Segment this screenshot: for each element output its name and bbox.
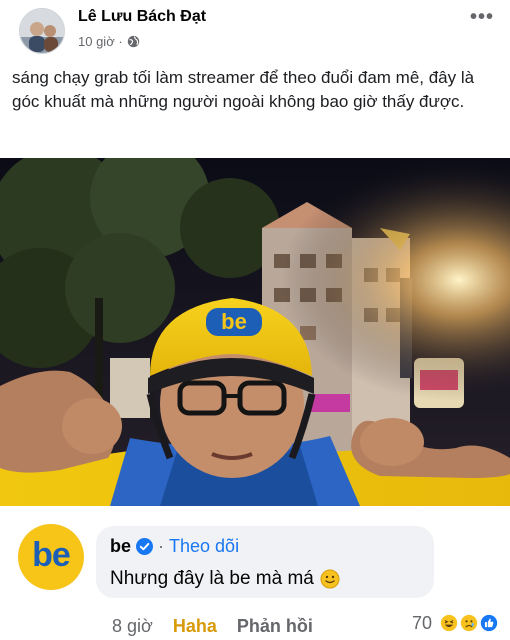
sad-icon bbox=[458, 612, 480, 634]
helmet-logo: be bbox=[221, 309, 247, 334]
haha-reaction-button[interactable]: Haha bbox=[173, 616, 217, 637]
post-caption: sáng chạy grab tối làm streamer để theo … bbox=[12, 68, 475, 111]
comment-bubble: be · Theo dõi Nhưng đây là be mà má bbox=[96, 526, 434, 598]
author-name[interactable]: Lê Lưu Bách Đạt bbox=[78, 8, 206, 26]
comment-text: Nhưng đây là be mà má bbox=[110, 568, 314, 589]
comment: be be · Theo dõi Nhưng đây là be mà má 8… bbox=[0, 506, 510, 640]
be-logo-text: be bbox=[32, 535, 71, 574]
post-header: Lê Lưu Bách Đạt 10 giờ · ••• bbox=[0, 0, 510, 62]
author-avatar[interactable] bbox=[19, 8, 65, 54]
globe-icon bbox=[127, 35, 139, 48]
like-icon bbox=[478, 612, 500, 634]
post-photo[interactable]: be bbox=[0, 158, 510, 506]
name-separator: · bbox=[158, 536, 165, 556]
comment-time[interactable]: 8 giờ bbox=[112, 616, 153, 637]
more-options-button[interactable]: ••• bbox=[470, 6, 494, 29]
comment-text-row: Nhưng đây là be mà má bbox=[110, 568, 340, 590]
post-meta: 10 giờ · bbox=[78, 34, 140, 49]
commenter-name[interactable]: be bbox=[110, 536, 131, 557]
comment-actions: 8 giờ Haha Phản hồi bbox=[112, 616, 333, 637]
haha-icon bbox=[438, 612, 460, 634]
follow-button[interactable]: Theo dõi bbox=[169, 536, 239, 557]
reply-button[interactable]: Phản hồi bbox=[237, 616, 313, 637]
post-time[interactable]: 10 giờ · bbox=[78, 34, 123, 49]
commenter-name-row: be · Theo dõi bbox=[110, 536, 239, 557]
commenter-avatar[interactable]: be bbox=[18, 524, 84, 590]
verified-badge-icon bbox=[136, 538, 154, 555]
smile-emoji-icon bbox=[320, 569, 340, 589]
reaction-count: 70 bbox=[411, 612, 432, 633]
reaction-summary[interactable]: 70 bbox=[412, 612, 500, 634]
